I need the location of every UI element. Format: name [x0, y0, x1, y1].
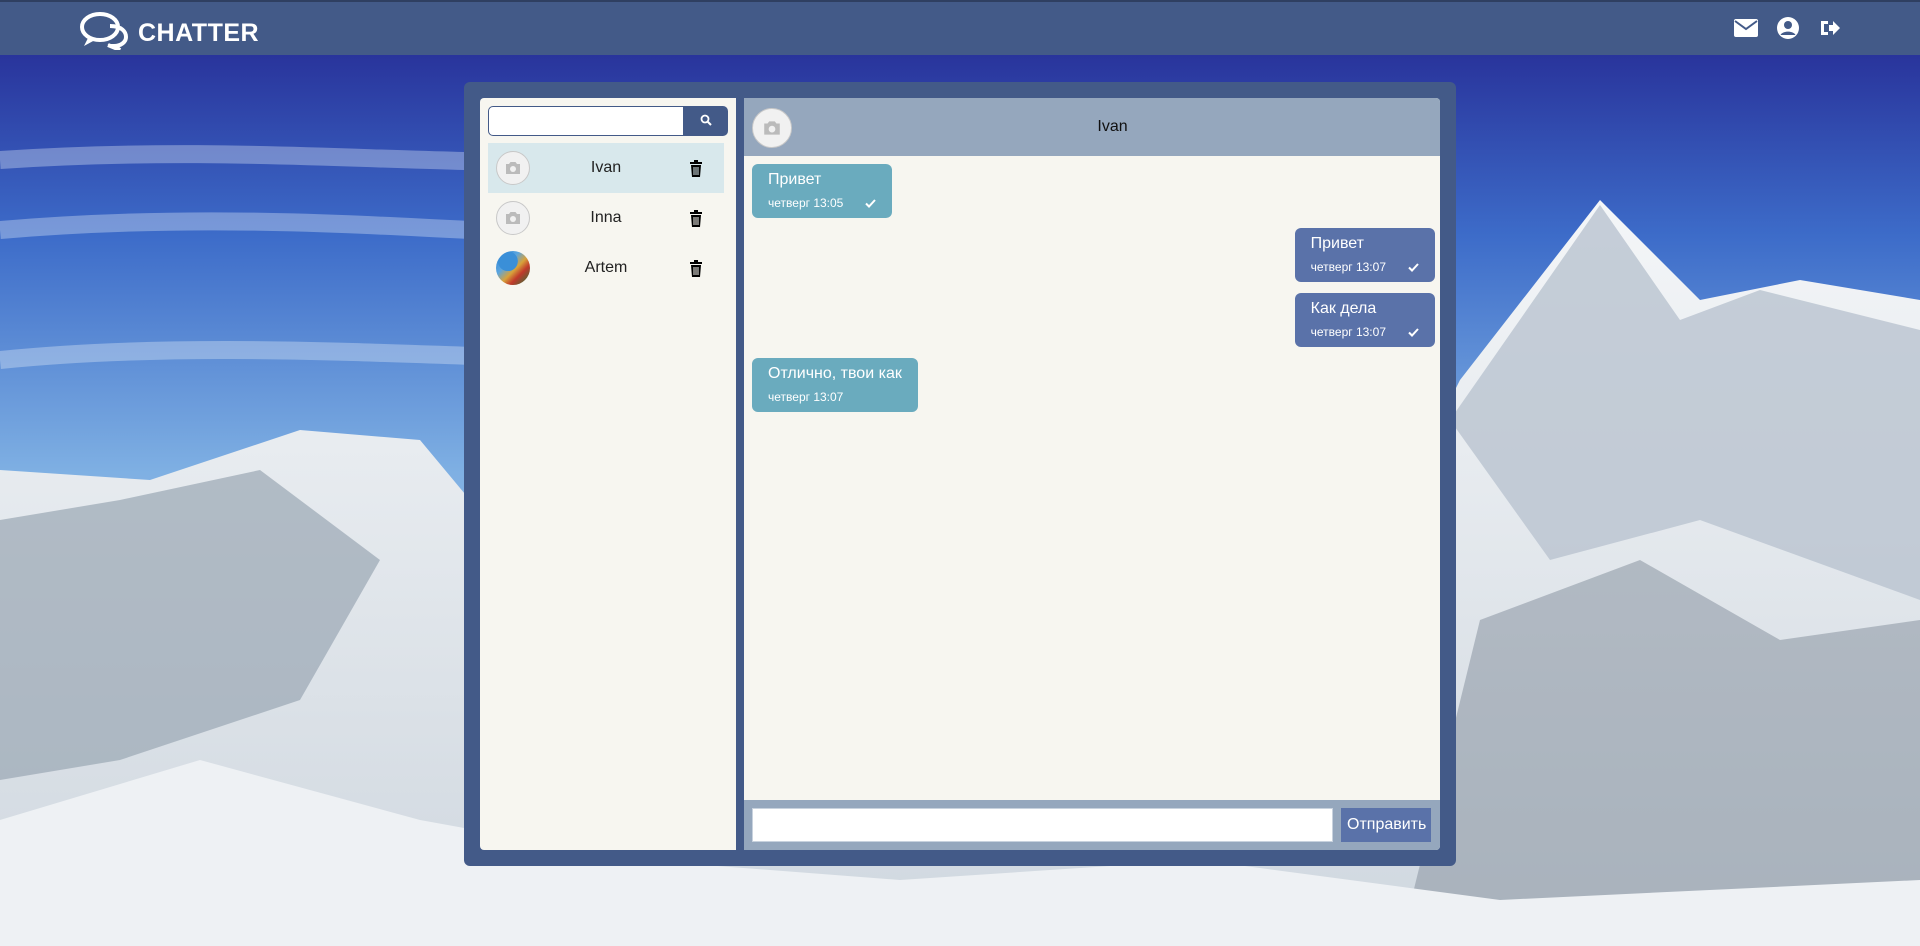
- message-time: четверг 13:05: [768, 196, 844, 210]
- message-text: Как дела: [1310, 300, 1377, 317]
- contacts-panel: Ivan Inna Artem: [480, 98, 736, 850]
- message-bubble-outgoing: Привет четверг 13:07: [1294, 228, 1435, 282]
- message-time: четверг 13:07: [1310, 325, 1386, 339]
- message-time: четверг 13:07: [1310, 260, 1386, 274]
- panel-divider: [736, 98, 744, 850]
- camera-icon: [496, 201, 530, 235]
- send-button[interactable]: Отправить: [1341, 808, 1431, 842]
- trash-icon[interactable]: [688, 259, 704, 277]
- contact-search: [488, 106, 728, 136]
- message-bubble-incoming: Отлично, твои как четверг 13:07: [752, 358, 918, 412]
- conversation-panel: Ivan Привет четверг 13:05 Привет четверг…: [744, 98, 1440, 850]
- conversation-header: Ivan: [744, 98, 1440, 156]
- message-bubble-incoming: Привет четверг 13:05: [752, 164, 893, 218]
- message-text: Привет: [768, 171, 822, 188]
- nav-actions: [1734, 16, 1842, 40]
- search-button[interactable]: [684, 106, 728, 136]
- message-bubble-outgoing: Как дела четверг 13:07: [1294, 293, 1435, 347]
- chat-bubbles-icon: [80, 12, 129, 55]
- check-icon: [865, 198, 877, 208]
- search-icon: [700, 114, 712, 129]
- sign-out-icon[interactable]: [1818, 16, 1842, 40]
- top-navbar: CHATTER: [0, 0, 1920, 55]
- avatar: [496, 251, 530, 285]
- contact-item-artem[interactable]: Artem: [488, 243, 724, 293]
- brand[interactable]: CHATTER: [80, 12, 259, 55]
- check-icon: [1408, 262, 1419, 272]
- message-time: четверг 13:07: [768, 390, 844, 404]
- contact-list: Ivan Inna Artem: [488, 143, 724, 293]
- message-text: Привет: [1310, 235, 1364, 252]
- search-input[interactable]: [488, 106, 684, 136]
- user-circle-icon[interactable]: [1776, 16, 1800, 40]
- conversation-title: Ivan: [1097, 118, 1128, 135]
- camera-icon: [496, 151, 530, 185]
- contact-item-ivan[interactable]: Ivan: [488, 143, 724, 193]
- check-icon: [1408, 327, 1419, 337]
- message-text: Отлично, твои как: [768, 365, 902, 382]
- trash-icon[interactable]: [688, 159, 704, 177]
- brand-title: CHATTER: [138, 19, 260, 47]
- trash-icon[interactable]: [688, 209, 704, 227]
- chat-app-window: Ivan Inna Artem Ivan Привет четверг 13:0…: [464, 82, 1456, 866]
- envelope-icon[interactable]: [1734, 16, 1758, 40]
- message-list: Привет четверг 13:05 Привет четверг 13:0…: [744, 156, 1440, 796]
- contact-item-inna[interactable]: Inna: [488, 193, 724, 243]
- message-composer: Отправить: [744, 800, 1440, 850]
- message-input[interactable]: [752, 808, 1333, 842]
